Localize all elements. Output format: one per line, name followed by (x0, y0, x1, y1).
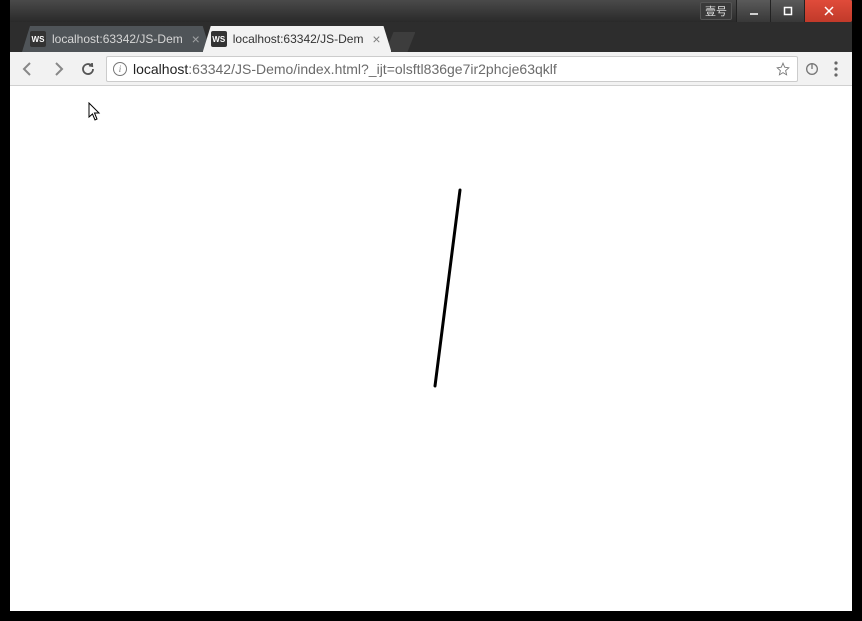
page-content (10, 86, 852, 611)
window-titlebar: 壹号 (10, 0, 852, 22)
tab-close-icon[interactable]: × (189, 32, 203, 46)
favicon-icon: WS (30, 31, 46, 47)
tab-active[interactable]: WS localhost:63342/JS-Dem × (203, 26, 392, 52)
forward-button[interactable] (46, 57, 70, 81)
bookmark-star-icon[interactable] (775, 61, 791, 77)
tab-close-icon[interactable]: × (369, 32, 383, 46)
tab-inactive[interactable]: WS localhost:63342/JS-Dem × (22, 26, 211, 52)
browser-window: 壹号 WS localhost:63342/JS-Dem × WS localh… (10, 0, 852, 611)
reload-button[interactable] (76, 57, 100, 81)
menu-button[interactable] (826, 57, 846, 81)
tab-title: localhost:63342/JS-Dem (233, 32, 364, 46)
maximize-button[interactable] (770, 0, 804, 22)
close-button[interactable] (804, 0, 852, 22)
minimize-button[interactable] (736, 0, 770, 22)
favicon-icon: WS (211, 31, 227, 47)
ime-badge[interactable]: 壹号 (700, 2, 732, 20)
back-button[interactable] (16, 57, 40, 81)
address-bar[interactable]: i localhost:63342/JS-Demo/index.html?_ij… (106, 56, 798, 82)
extension-icon[interactable] (804, 61, 820, 77)
tab-strip: WS localhost:63342/JS-Dem × WS localhost… (10, 22, 852, 52)
tab-title: localhost:63342/JS-Dem (52, 32, 183, 46)
site-info-icon[interactable]: i (113, 62, 127, 76)
line-segment (435, 190, 460, 386)
toolbar: i localhost:63342/JS-Demo/index.html?_ij… (10, 52, 852, 86)
drawn-line (10, 86, 852, 611)
url-text: localhost:63342/JS-Demo/index.html?_ijt=… (133, 61, 769, 77)
